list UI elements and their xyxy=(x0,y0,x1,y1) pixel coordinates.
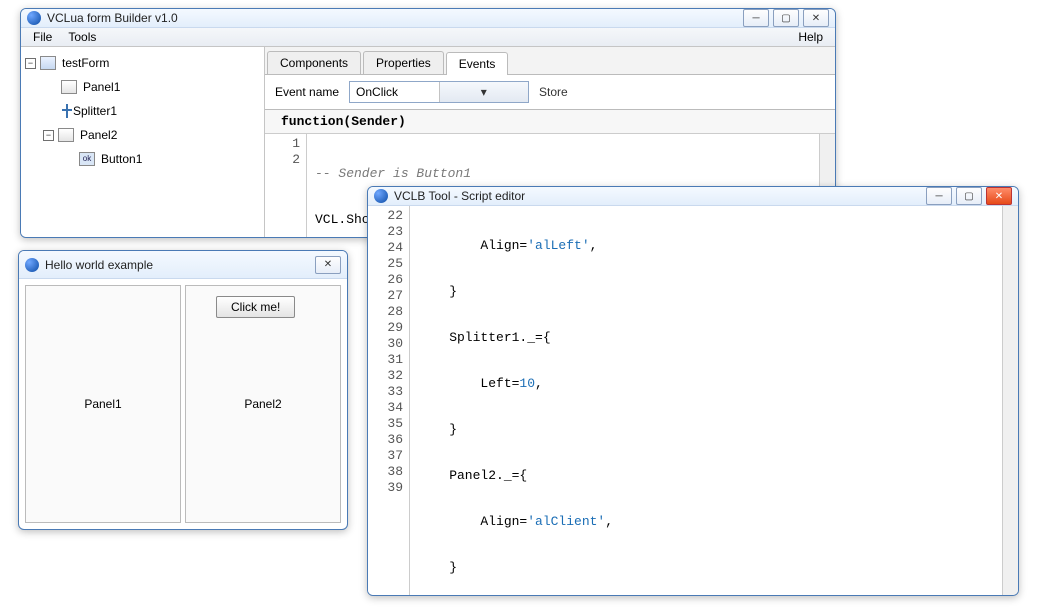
main-gutter: 1 2 xyxy=(265,134,307,238)
tree-panel2[interactable]: − Panel2 xyxy=(23,123,262,147)
script-title: VCLB Tool - Script editor xyxy=(394,189,926,203)
menu-file[interactable]: File xyxy=(25,28,60,46)
menu-tools[interactable]: Tools xyxy=(60,28,104,46)
close-button[interactable]: ✕ xyxy=(986,187,1012,205)
editor-header: function(Sender) xyxy=(265,110,835,134)
close-button[interactable]: ✕ xyxy=(803,9,829,27)
store-button[interactable]: Store xyxy=(539,85,568,99)
minimize-button[interactable]: ─ xyxy=(743,9,769,27)
panel2: Panel2 Click me! xyxy=(185,285,341,523)
tree-panel1-label: Panel1 xyxy=(83,80,120,94)
tree-root-label: testForm xyxy=(62,56,109,70)
chevron-down-icon[interactable]: ▾ xyxy=(439,82,529,102)
close-button[interactable]: ✕ xyxy=(315,256,341,274)
tree-button1[interactable]: ok Button1 xyxy=(23,147,262,171)
main-titlebar[interactable]: VCLua form Builder v1.0 ─ ▢ ✕ xyxy=(21,9,835,28)
main-title: VCLua form Builder v1.0 xyxy=(47,11,743,25)
events-toolbar: Event name OnClick ▾ Store xyxy=(265,75,835,110)
button-icon: ok xyxy=(79,152,95,166)
panel1-label: Panel1 xyxy=(84,397,121,411)
script-gutter: 2223 2425 2627 2829 3031 3233 3435 3637 … xyxy=(368,206,410,596)
hello-titlebar[interactable]: Hello world example ✕ xyxy=(19,251,347,279)
panel-icon xyxy=(58,128,74,142)
event-name-label: Event name xyxy=(275,85,339,99)
script-code-editor[interactable]: 2223 2425 2627 2829 3031 3233 3435 3637 … xyxy=(368,206,1018,596)
tab-components[interactable]: Components xyxy=(267,51,361,74)
menu-help[interactable]: Help xyxy=(790,28,831,46)
hello-title: Hello world example xyxy=(45,258,315,272)
maximize-button[interactable]: ▢ xyxy=(956,187,982,205)
splitter-icon xyxy=(61,104,73,118)
script-editor-window: VCLB Tool - Script editor ─ ▢ ✕ 2223 242… xyxy=(367,186,1019,596)
expand-icon[interactable]: − xyxy=(43,130,54,141)
tree-panel2-label: Panel2 xyxy=(80,128,117,142)
panel2-label: Panel2 xyxy=(244,397,281,411)
script-vertical-scrollbar[interactable] xyxy=(1002,206,1018,596)
maximize-button[interactable]: ▢ xyxy=(773,9,799,27)
event-selected-value: OnClick xyxy=(350,85,439,99)
tree-button1-label: Button1 xyxy=(101,152,142,166)
panel1: Panel1 xyxy=(25,285,181,523)
component-tree[interactable]: − testForm Panel1 Splitter1 − Panel2 xyxy=(21,47,265,238)
tree-splitter1-label: Splitter1 xyxy=(73,104,117,118)
form-icon xyxy=(40,56,56,70)
tab-events[interactable]: Events xyxy=(446,52,509,75)
panel-icon xyxy=(61,80,77,94)
expand-icon[interactable]: − xyxy=(25,58,36,69)
tree-panel1[interactable]: Panel1 xyxy=(23,75,262,99)
menubar: File Tools Help xyxy=(21,28,835,47)
hello-world-window: Hello world example ✕ Panel1 Panel2 Clic… xyxy=(18,250,348,530)
script-code[interactable]: Align='alLeft', } Splitter1._={ Left=10,… xyxy=(410,206,1002,596)
app-icon xyxy=(27,11,41,25)
click-me-button[interactable]: Click me! xyxy=(216,296,295,318)
event-name-select[interactable]: OnClick ▾ xyxy=(349,81,529,103)
app-icon xyxy=(374,189,388,203)
minimize-button[interactable]: ─ xyxy=(926,187,952,205)
script-titlebar[interactable]: VCLB Tool - Script editor ─ ▢ ✕ xyxy=(368,187,1018,206)
tab-properties[interactable]: Properties xyxy=(363,51,444,74)
tree-splitter1[interactable]: Splitter1 xyxy=(23,99,262,123)
hello-body: Panel1 Panel2 Click me! xyxy=(19,279,347,529)
tree-root[interactable]: − testForm xyxy=(23,51,262,75)
tabs: Components Properties Events xyxy=(265,47,835,75)
app-icon xyxy=(25,258,39,272)
